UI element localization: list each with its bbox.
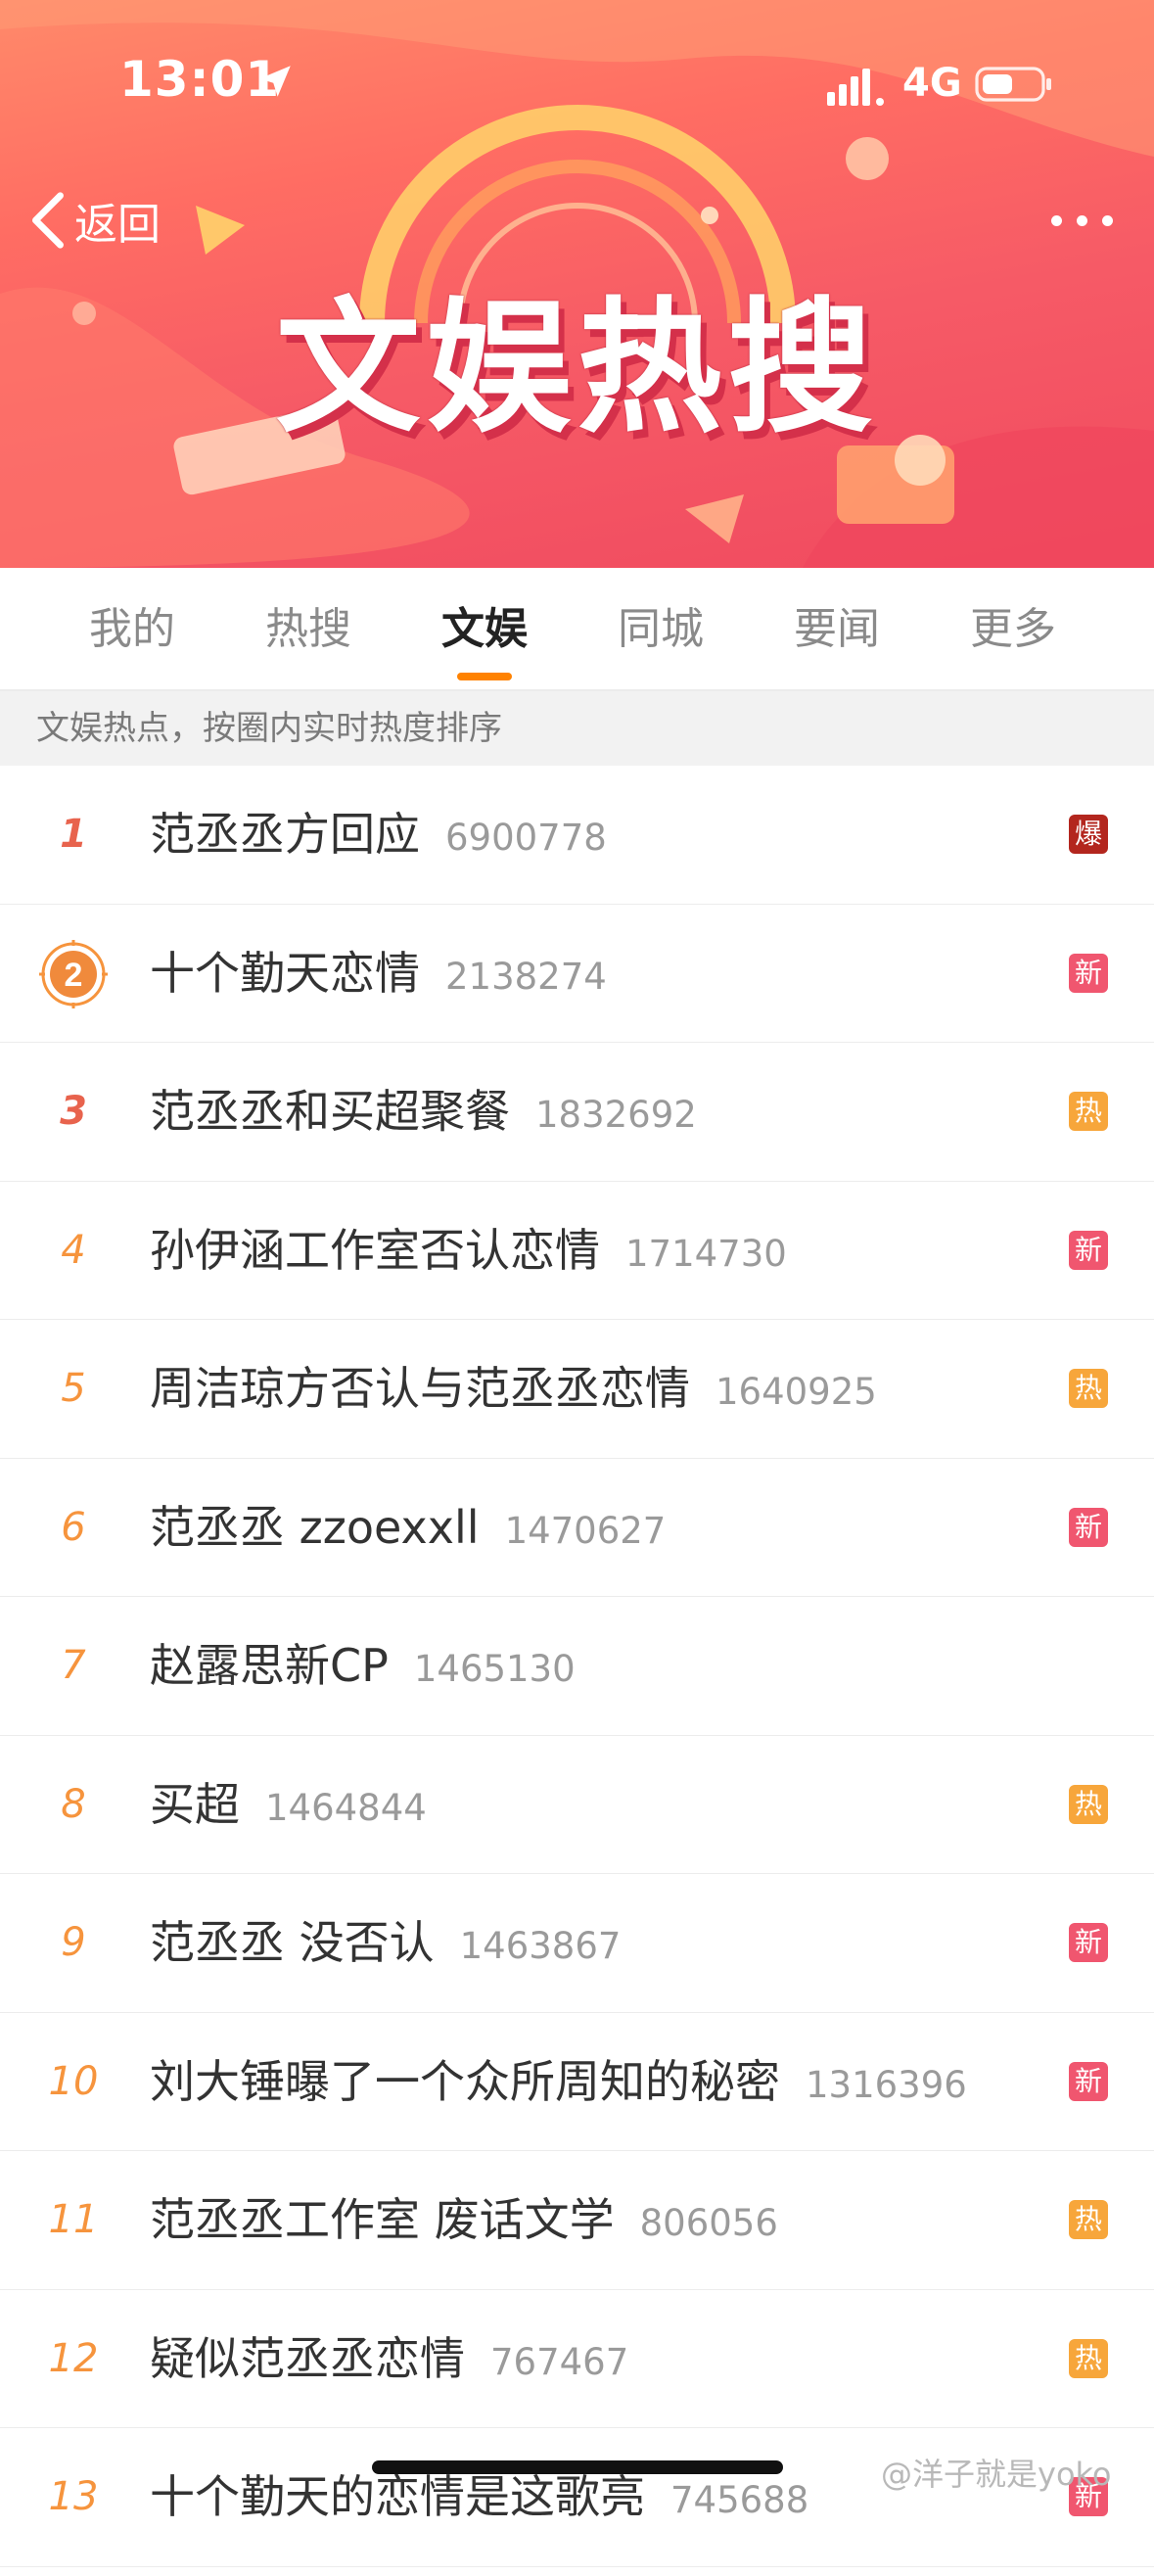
topic-title: 范丞丞 zzoexxll xyxy=(150,1500,480,1554)
topic-title: 十个勤天恋情 xyxy=(150,946,420,1000)
topic-title: 赵露思新CP xyxy=(150,1639,389,1692)
back-button[interactable]: 返回 xyxy=(25,186,161,255)
rank-number: 11 xyxy=(48,2197,99,2242)
heat-count: 1714730 xyxy=(625,1232,787,1275)
status-bar: 13:01 4G xyxy=(0,0,1154,127)
hot-badge: 热 xyxy=(1069,2200,1108,2239)
heat-count: 767467 xyxy=(490,2340,629,2383)
battery-icon xyxy=(975,67,1051,102)
rank-number: 2 xyxy=(65,957,83,994)
category-tabs: 我的 热搜 文娱 同城 要闻 更多 xyxy=(0,568,1154,691)
more-options-icon[interactable] xyxy=(1039,196,1128,245)
hot-badge: 热 xyxy=(1069,1369,1108,1408)
list-description: 文娱热点，按圈内实时热度排序 xyxy=(0,691,1154,766)
tab-mine[interactable]: 我的 xyxy=(54,568,210,691)
heat-count: 745688 xyxy=(670,2479,809,2521)
topic-title: 买超 xyxy=(150,1777,240,1831)
back-label: 返回 xyxy=(74,200,161,250)
rank-number: 12 xyxy=(48,2335,99,2381)
rank-number: 7 xyxy=(61,1643,86,1688)
topic-title: 范丞丞和买超聚餐 xyxy=(150,1085,510,1138)
topic-title: 孙伊涵工作室否认恋情 xyxy=(150,1223,600,1277)
rank-number: 10 xyxy=(48,2058,99,2104)
list-item[interactable]: 12 疑似范丞丞恋情 767467 热 xyxy=(0,2290,1154,2428)
rank-number: 6 xyxy=(61,1504,86,1550)
list-item[interactable]: 5 周洁琼方否认与范丞丞恋情 1640925 热 xyxy=(0,1320,1154,1459)
header-banner: 13:01 4G 返回 文娱热搜 xyxy=(0,0,1154,568)
heat-count: 1640925 xyxy=(715,1371,877,1413)
rank-medal-icon: 2 xyxy=(39,939,108,1008)
rank-number: 1 xyxy=(60,812,87,857)
tab-more[interactable]: 更多 xyxy=(935,568,1091,691)
heat-count: 1832692 xyxy=(535,1094,697,1136)
new-badge: 新 xyxy=(1069,1230,1108,1270)
rank-number: 5 xyxy=(61,1366,86,1411)
heat-count: 1316396 xyxy=(806,2063,967,2106)
hot-badge: 热 xyxy=(1069,1784,1108,1824)
location-arrow-icon xyxy=(259,66,291,97)
heat-count: 1465130 xyxy=(413,1648,576,1690)
list-item[interactable]: 11 范丞丞工作室 废话文学 806056 热 xyxy=(0,2151,1154,2290)
hot-badge: 热 xyxy=(1069,2338,1108,2378)
new-badge: 新 xyxy=(1069,1507,1108,1547)
heat-count: 1464844 xyxy=(265,1786,427,1829)
topic-title: 周洁琼方否认与范丞丞恋情 xyxy=(150,1362,690,1415)
heat-count: 1470627 xyxy=(504,1509,667,1552)
list-item[interactable]: 2 十个勤天恋情 2138274 新 xyxy=(0,905,1154,1043)
list-item[interactable]: 9 范丞丞 没否认 1463867 新 xyxy=(0,1874,1154,2013)
heat-count: 1463867 xyxy=(459,1925,622,1967)
network-type: 4G xyxy=(902,61,962,106)
new-badge: 新 xyxy=(1069,2061,1108,2101)
hot-badge: 热 xyxy=(1069,1092,1108,1131)
watermark: @洋子就是yoko xyxy=(881,2456,1112,2493)
banner-title: 文娱热搜 xyxy=(275,284,879,452)
list-item[interactable]: 8 买超 1464844 热 xyxy=(0,1736,1154,1874)
new-badge: 新 xyxy=(1069,1923,1108,1962)
tab-news[interactable]: 要闻 xyxy=(759,568,915,691)
new-badge: 新 xyxy=(1069,953,1108,993)
rank-number: 4 xyxy=(61,1227,86,1273)
home-indicator[interactable] xyxy=(372,2460,783,2474)
tab-hot-search[interactable]: 热搜 xyxy=(230,568,387,691)
topic-title: 范丞丞工作室 废话文学 xyxy=(150,2193,615,2246)
list-item[interactable]: 7 赵露思新CP 1465130 xyxy=(0,1597,1154,1736)
tab-local[interactable]: 同城 xyxy=(582,568,739,691)
list-item[interactable]: 3 范丞丞和买超聚餐 1832692 热 xyxy=(0,1043,1154,1182)
heat-count: 6900778 xyxy=(445,817,607,859)
chevron-left-icon xyxy=(31,192,64,249)
hot-search-list: 1 范丞丞方回应 6900778 爆 2 十个勤天恋情 2138274 新 3 范丞… xyxy=(0,766,1154,2567)
topic-title: 十个勤天的恋情是这歌亮 xyxy=(150,2470,645,2523)
cellular-signal-icon xyxy=(827,69,884,106)
active-tab-indicator xyxy=(457,673,512,680)
list-item[interactable]: 4 孙伊涵工作室否认恋情 1714730 新 xyxy=(0,1182,1154,1320)
rank-number: 9 xyxy=(61,1920,86,1965)
list-item[interactable]: 1 范丞丞方回应 6900778 爆 xyxy=(0,766,1154,905)
rank-number: 13 xyxy=(48,2474,99,2519)
list-item[interactable]: 6 范丞丞 zzoexxll 1470627 新 xyxy=(0,1459,1154,1597)
topic-title: 疑似范丞丞恋情 xyxy=(150,2331,465,2385)
topic-title: 刘大锤曝了一个众所周知的秘密 xyxy=(150,2054,780,2108)
heat-count: 806056 xyxy=(639,2202,778,2244)
explosive-badge: 爆 xyxy=(1069,815,1108,854)
rank-number: 3 xyxy=(60,1089,87,1134)
rank-number: 8 xyxy=(61,1781,86,1827)
topic-title: 范丞丞 没否认 xyxy=(150,1916,435,1969)
topic-title: 范丞丞方回应 xyxy=(150,808,420,861)
list-item[interactable]: 10 刘大锤曝了一个众所周知的秘密 1316396 新 xyxy=(0,2013,1154,2151)
heat-count: 2138274 xyxy=(445,955,607,998)
